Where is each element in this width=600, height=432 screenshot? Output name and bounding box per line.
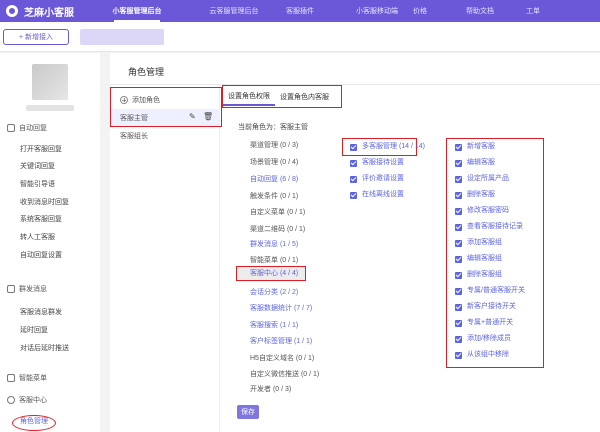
checkbox-icon (455, 223, 462, 231)
module-item[interactable]: 触发条件 (0 / 1) (250, 191, 298, 203)
sidebar-item[interactable]: 智能引导语 (20, 179, 55, 191)
checkbox-permission[interactable]: 编辑客服组 (455, 253, 502, 265)
add-access-button[interactable]: + 新增接入 (3, 29, 69, 45)
sidebar-item[interactable]: 转人工客服 (20, 232, 55, 244)
checkbox-permission[interactable]: 新客户接待开关 (455, 301, 516, 313)
checkbox-icon (455, 175, 462, 183)
checkbox-permission[interactable]: 编辑客服 (455, 157, 495, 169)
role-item[interactable]: 客服组长 (110, 127, 220, 145)
checkbox-permission[interactable]: 新增客服 (455, 141, 495, 153)
checkbox-permission[interactable]: 删除客服 (455, 189, 495, 201)
module-item[interactable]: 自定义微信推送 (0 / 1) (250, 369, 319, 381)
sidebar-item[interactable]: 对话后延时推送 (20, 343, 69, 355)
sidebar-group-service-center[interactable]: 客服中心 (0, 393, 100, 407)
checkbox-icon (350, 159, 357, 167)
module-item[interactable]: 群发消息 (1 / 5) (250, 239, 298, 251)
checkbox-icon (455, 303, 462, 311)
menu-icon (7, 374, 15, 382)
checkbox-rating-invite[interactable]: 评价邀请设置 (350, 173, 404, 185)
sidebar-item[interactable]: 系统客服回复 (20, 214, 62, 226)
checkbox-online-offline[interactable]: 在线离线设置 (350, 189, 404, 201)
checkbox-icon (350, 191, 357, 199)
checkbox-icon (455, 287, 462, 295)
checkbox-permission[interactable]: 从该组中移除 (455, 349, 509, 361)
module-item[interactable]: 会话分类 (2 / 2) (250, 287, 298, 299)
checkbox-multi-agent[interactable]: 多客服管理 (14 / 14) (350, 141, 425, 153)
chat-icon (7, 124, 15, 132)
top-nav-bar: 芝麻小客服 小客服管理后台 云客服管理后台 客服插件 小客服移动端 价格 帮助文… (0, 0, 600, 22)
module-item[interactable]: 客服搜索 (1 / 1) (250, 320, 298, 332)
checkbox-permission[interactable]: 删除客服组 (455, 269, 502, 281)
checkbox-icon (455, 335, 462, 343)
checkbox-icon (350, 175, 357, 183)
checkbox-permission[interactable]: 专属+普通开关 (455, 317, 513, 329)
module-item[interactable]: H5自定义域名 (0 / 1) (250, 353, 314, 365)
nav-admin[interactable]: 小客服管理后台 (100, 0, 174, 22)
sub-toolbar: + 新增接入 (0, 22, 600, 52)
account-name-blurred (26, 105, 74, 111)
highlight-circle (12, 415, 56, 431)
blurred-tab[interactable] (80, 29, 164, 45)
checkbox-icon (455, 271, 462, 279)
checkbox-icon (455, 143, 462, 151)
sidebar-item[interactable]: 打开客服回复 (20, 144, 62, 156)
app-name: 芝麻小客服 (24, 7, 74, 19)
nav-help[interactable]: 帮助文档 (450, 0, 510, 22)
module-item[interactable]: 智能菜单 (0 / 1) (250, 255, 298, 267)
module-item[interactable]: 渠道管理 (0 / 3) (250, 140, 298, 152)
broadcast-icon (7, 285, 15, 293)
tab-bar: 设置角色权限 设置角色内客服 (222, 85, 342, 108)
nav-plugin[interactable]: 客服插件 (270, 0, 330, 22)
highlight-box-roles (110, 87, 222, 127)
logo-icon (6, 5, 18, 17)
module-item-service-center[interactable]: 客服中心 (4 / 4) (250, 268, 298, 280)
module-item[interactable]: 客服数据统计 (7 / 7) (250, 303, 312, 315)
app-logo[interactable]: 芝麻小客服 (0, 4, 100, 19)
sidebar-item[interactable]: 关键词回复 (20, 161, 55, 173)
checkbox-icon (455, 159, 462, 167)
nav-pricing[interactable]: 价格 (400, 0, 440, 22)
module-item[interactable]: 自定义菜单 (0 / 1) (250, 207, 305, 219)
checkbox-permission[interactable]: 修改客服密码 (455, 205, 509, 217)
module-item[interactable]: 客户标签管理 (1 / 1) (250, 336, 312, 348)
checkbox-permission[interactable]: 添加/移除成员 (455, 333, 511, 345)
sidebar-item[interactable]: 自动回复设置 (20, 250, 62, 262)
checkbox-icon (455, 319, 462, 327)
tab-role-permissions[interactable]: 设置角色权限 (223, 88, 275, 106)
role-list: 添加角色 客服主管 ✎ 🗑 客服组长 (110, 85, 220, 432)
sidebar-item[interactable]: 收到消息时回复 (20, 197, 69, 209)
checkbox-icon (455, 207, 462, 215)
checkbox-icon (455, 239, 462, 247)
sidebar-item[interactable]: 客服消息群发 (20, 307, 62, 319)
checkbox-permission[interactable]: 设定所属产品 (455, 173, 509, 185)
sidebar-item[interactable]: 延时回复 (20, 325, 48, 337)
checkbox-icon (350, 143, 357, 151)
checkbox-permission[interactable]: 添加客服组 (455, 237, 502, 249)
checkbox-icon (455, 351, 462, 359)
module-item[interactable]: 开发者 (0 / 3) (250, 384, 291, 396)
module-item[interactable]: 自动回复 (6 / 8) (250, 174, 298, 186)
sidebar-group-broadcast[interactable]: 群发消息 (0, 282, 100, 296)
checkbox-icon (455, 191, 462, 199)
module-item[interactable]: 场景管理 (0 / 4) (250, 157, 298, 169)
sidebar-group-smart-menu[interactable]: 智能菜单 (0, 371, 100, 385)
checkbox-permission[interactable]: 专属/普通客服开关 (455, 285, 525, 297)
checkbox-icon (455, 255, 462, 263)
tab-role-agents[interactable]: 设置角色内客服 (275, 88, 334, 106)
checkbox-reception-settings[interactable]: 客服接待设置 (350, 157, 404, 169)
current-role-label: 当前角色为：客服主管 (238, 124, 308, 131)
avatar (32, 64, 68, 100)
sidebar: 自动回复 打开客服回复 关键词回复 智能引导语 收到消息时回复 系统客服回复 转… (0, 53, 100, 432)
sidebar-group-auto-reply[interactable]: 自动回复 (0, 121, 100, 135)
headset-icon (7, 396, 15, 404)
nav-ticket[interactable]: 工单 (508, 0, 558, 22)
save-button[interactable]: 保存 (237, 405, 259, 419)
module-item[interactable]: 渠道二维码 (0 / 1) (250, 224, 305, 236)
checkbox-permission[interactable]: 查看客服接待记录 (455, 221, 523, 233)
page-title: 角色管理 (128, 67, 165, 77)
